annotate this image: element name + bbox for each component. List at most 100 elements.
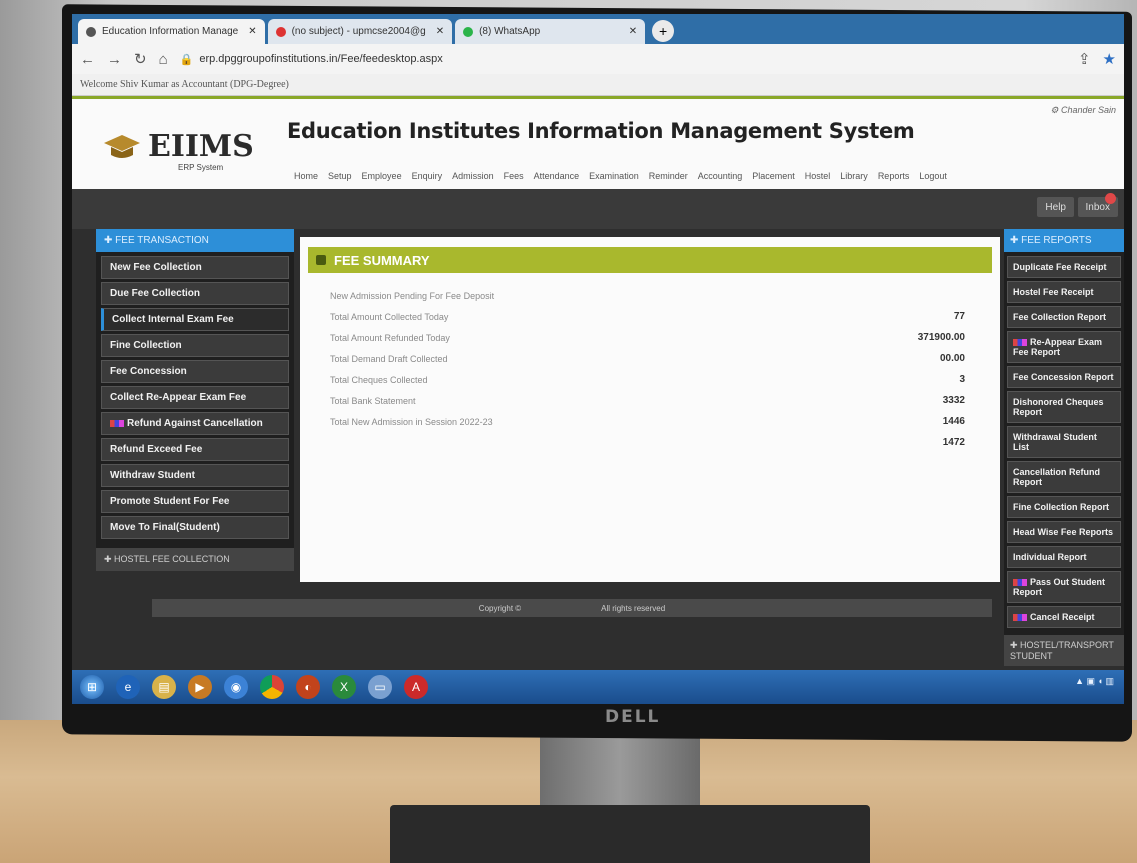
report-fee-collection[interactable]: Fee Collection Report	[1007, 306, 1121, 328]
close-icon[interactable]: ✕	[629, 26, 637, 37]
pdf-icon[interactable]: A	[404, 675, 428, 699]
sidebar-item-due-fee-collection[interactable]: Due Fee Collection	[101, 282, 289, 305]
browser-tab[interactable]: (no subject) - upmcse2004@g ✕	[267, 19, 453, 44]
content-area: ✚ FEE TRANSACTION New Fee Collection Due…	[72, 229, 1124, 699]
inbox-button[interactable]: Inbox	[1077, 193, 1118, 217]
url-text: erp.dpggroupofinstitutions.in/Fee/feedes…	[199, 53, 443, 65]
sidebar-item-collect-internal-exam-fee[interactable]: Collect Internal Exam Fee	[101, 308, 289, 331]
report-cancel-receipt[interactable]: Cancel Receipt	[1007, 606, 1121, 628]
browser-tab[interactable]: (8) WhatsApp ✕	[455, 19, 646, 44]
new-tag-icon	[1013, 614, 1027, 622]
close-icon[interactable]: ✕	[436, 26, 444, 37]
url-field[interactable]: 🔒 erp.dpggroupofinstitutions.in/Fee/feed…	[180, 53, 1066, 66]
menu-item-hostel[interactable]: Hostel	[805, 171, 831, 181]
fee-reports-list: Duplicate Fee Receipt Hostel Fee Receipt…	[1004, 252, 1124, 635]
close-icon[interactable]: ✕	[248, 26, 256, 37]
sidebar-item-refund-exceed-fee[interactable]: Refund Exceed Fee	[101, 438, 289, 461]
menu-item-employee[interactable]: Employee	[362, 171, 402, 181]
summary-value[interactable]: 00.00	[940, 353, 965, 364]
new-tag-icon	[110, 419, 124, 427]
menu-item-accounting[interactable]: Accounting	[698, 171, 743, 181]
report-individual[interactable]: Individual Report	[1007, 546, 1121, 568]
fee-summary-title: FEE SUMMARY	[334, 252, 430, 268]
whatsapp-icon	[463, 26, 474, 37]
menu-item-library[interactable]: Library	[840, 171, 868, 181]
report-hostel-fee-receipt[interactable]: Hostel Fee Receipt	[1007, 281, 1121, 303]
sidebar-item-collect-reappear-exam-fee[interactable]: Collect Re-Appear Exam Fee	[101, 386, 289, 409]
reload-icon[interactable]: ↻	[134, 50, 147, 68]
user-link[interactable]: ⚙ Chander Sain	[1050, 105, 1116, 116]
report-duplicate-fee-receipt[interactable]: Duplicate Fee Receipt	[1007, 256, 1121, 278]
chrome-icon[interactable]	[260, 675, 284, 699]
report-cancellation-refund[interactable]: Cancellation Refund Report	[1007, 461, 1121, 493]
menu-item-home[interactable]: Home	[294, 171, 318, 181]
summary-value[interactable]: 3	[959, 374, 965, 385]
report-dishonored-cheques[interactable]: Dishonored Cheques Report	[1007, 391, 1121, 423]
window-icon[interactable]: ▭	[368, 675, 392, 699]
report-reappear-exam-fee[interactable]: Re-Appear Exam Fee Report	[1007, 331, 1121, 363]
sidebar-item-fee-concession[interactable]: Fee Concession	[101, 360, 289, 383]
menu-item-fees[interactable]: Fees	[504, 171, 524, 181]
menu-item-logout[interactable]: Logout	[919, 171, 947, 181]
sidebar-item-new-fee-collection[interactable]: New Fee Collection	[101, 256, 289, 279]
new-tab-icon[interactable]: +	[652, 20, 675, 42]
summary-row: Total Demand Draft Collected 00.00	[330, 348, 965, 369]
site-logo[interactable]: EIIMS ERP System	[102, 129, 254, 172]
report-withdrawal-student-list[interactable]: Withdrawal Student List	[1007, 426, 1121, 458]
summary-value[interactable]: 77	[954, 311, 965, 322]
bookmark-star-icon[interactable]: ★	[1103, 50, 1116, 68]
summary-value[interactable]: 3332	[943, 395, 965, 406]
menu-item-setup[interactable]: Setup	[328, 171, 352, 181]
system-tray[interactable]: ▲ ▣ ◖ ▥	[1075, 676, 1114, 687]
windows-taskbar: ⊞ e ▤ ▶ ◉ ◐ X ▭ A ▲ ▣ ◖ ▥	[72, 670, 1124, 704]
report-head-wise-fee[interactable]: Head Wise Fee Reports	[1007, 521, 1121, 543]
sidebar-item-fine-collection[interactable]: Fine Collection	[101, 334, 289, 357]
sidebar-item-promote-student[interactable]: Promote Student For Fee	[101, 490, 289, 513]
folder-icon[interactable]: ▤	[152, 675, 176, 699]
user-name: Chander Sain	[1060, 105, 1116, 115]
globe-icon	[86, 26, 96, 37]
menu-item-examination[interactable]: Examination	[589, 171, 639, 181]
menu-item-placement[interactable]: Placement	[752, 171, 795, 181]
logo-subtitle: ERP System	[178, 163, 224, 172]
sidebar-item-withdraw-student[interactable]: Withdraw Student	[101, 464, 289, 487]
tab-label: Education Information Manage	[102, 26, 239, 37]
summary-value[interactable]: 371900.00	[918, 332, 965, 343]
firefox-icon[interactable]: ◐	[296, 675, 320, 699]
help-button[interactable]: Help	[1037, 197, 1074, 217]
sidebar-item-label: Refund Against Cancellation	[127, 418, 263, 429]
hostel-transport-header[interactable]: ✚ HOSTEL/TRANSPORT STUDENT	[1004, 635, 1124, 666]
menu-item-attendance[interactable]: Attendance	[534, 171, 580, 181]
app-icon[interactable]: ◉	[224, 675, 248, 699]
menu-item-reports[interactable]: Reports	[878, 171, 910, 181]
summary-value[interactable]: 1472	[943, 437, 965, 448]
ie-icon[interactable]: e	[116, 675, 140, 699]
share-icon[interactable]: ⇪	[1078, 50, 1091, 68]
forward-icon[interactable]: →	[107, 51, 122, 68]
gear-icon: ⚙	[1050, 105, 1061, 115]
back-icon[interactable]: ←	[80, 51, 95, 68]
menu-item-admission[interactable]: Admission	[452, 171, 494, 181]
menu-item-reminder[interactable]: Reminder	[649, 171, 688, 181]
notification-badge	[1105, 193, 1116, 204]
summary-value[interactable]: 1446	[943, 416, 965, 427]
report-fine-collection[interactable]: Fine Collection Report	[1007, 496, 1121, 518]
site-title: Education Institutes Information Managem…	[287, 119, 915, 143]
report-fee-concession[interactable]: Fee Concession Report	[1007, 366, 1121, 388]
start-button-icon[interactable]: ⊞	[80, 675, 104, 699]
dell-logo: DELL	[605, 707, 661, 727]
sidebar-item-refund-against-cancellation[interactable]: Refund Against Cancellation	[101, 412, 289, 435]
excel-icon[interactable]: X	[332, 675, 356, 699]
sidebar-item-move-to-final[interactable]: Move To Final(Student)	[101, 516, 289, 539]
report-pass-out-student[interactable]: Pass Out Student Report	[1007, 571, 1121, 603]
menu-item-enquiry[interactable]: Enquiry	[412, 171, 443, 181]
fee-reports-header[interactable]: ✚ FEE REPORTS	[1004, 229, 1124, 252]
fee-transaction-header[interactable]: ✚ FEE TRANSACTION	[96, 229, 294, 252]
summary-row: Total Amount Refunded Today 371900.00	[330, 327, 965, 348]
hostel-fee-collection-header[interactable]: ✚ HOSTEL FEE COLLECTION	[96, 548, 294, 571]
plus-icon: ✚	[1010, 640, 1021, 650]
summary-label: Total Amount Collected Today	[330, 311, 449, 322]
media-icon[interactable]: ▶	[188, 675, 212, 699]
browser-tab[interactable]: Education Information Manage ✕	[78, 19, 265, 44]
home-icon[interactable]: ⌂	[159, 51, 168, 68]
